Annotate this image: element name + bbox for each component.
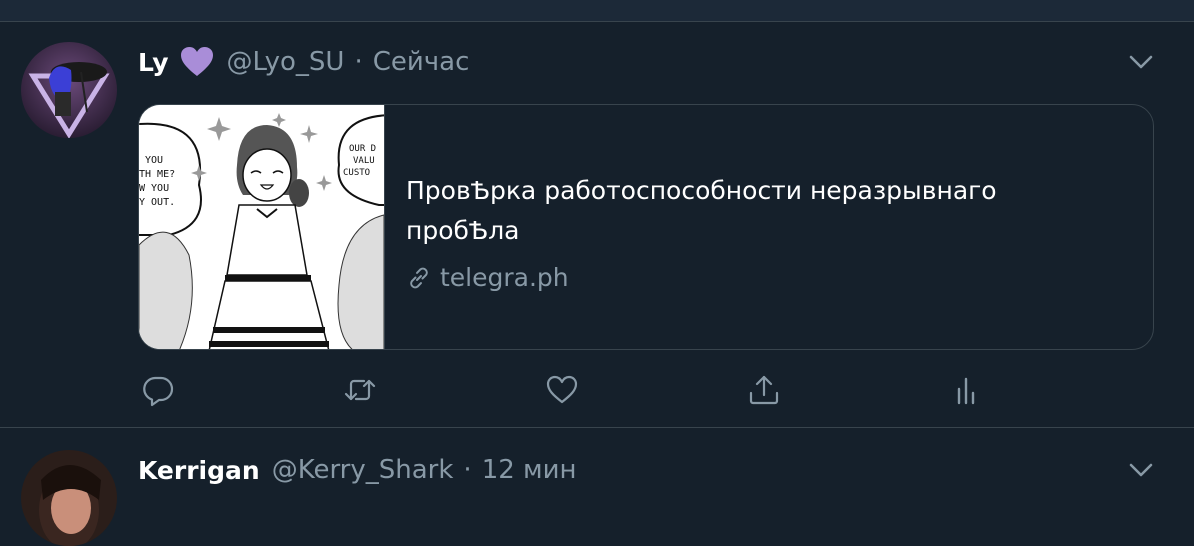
display-name[interactable]: Ly — [138, 48, 169, 77]
separator: · — [354, 47, 363, 77]
purple-heart-icon — [179, 46, 215, 78]
link-icon — [406, 265, 432, 291]
tweet-header: Ly @Lyo_SU · Сейчас — [138, 42, 469, 82]
card-body: ПровѢрка работоспособности неразрывнаго … — [406, 171, 1106, 292]
reply-icon[interactable] — [138, 370, 178, 410]
top-strip — [0, 0, 1194, 22]
retweet-icon[interactable] — [340, 370, 380, 410]
card-thumbnail: YOU TH ME? W YOU Y OUT. OUR D VALU CUSTO — [139, 105, 395, 349]
like-icon[interactable] — [542, 370, 582, 410]
card-domain-text: telegra.ph — [440, 263, 569, 292]
handle[interactable]: @Kerry_Shark — [272, 455, 454, 485]
handle[interactable]: @Lyo_SU — [227, 47, 345, 77]
thumb-text: VALU — [353, 156, 375, 166]
analytics-icon[interactable] — [946, 370, 986, 410]
timestamp[interactable]: Сейчас — [373, 47, 470, 77]
chevron-down-icon[interactable] — [1128, 49, 1154, 75]
card-domain[interactable]: telegra.ph — [406, 263, 1106, 292]
chevron-down-icon[interactable] — [1128, 457, 1154, 483]
thumb-text: W YOU — [139, 183, 169, 194]
tweet-header: Kerrigan @Kerry_Shark · 12 мин — [138, 450, 577, 490]
link-card[interactable]: YOU TH ME? W YOU Y OUT. OUR D VALU CUSTO — [138, 104, 1154, 350]
thumb-text: OUR D — [349, 144, 376, 154]
display-name[interactable]: Kerrigan — [138, 456, 260, 485]
thumb-text: Y OUT. — [139, 197, 175, 208]
separator: · — [463, 455, 472, 485]
avatar[interactable] — [21, 450, 117, 546]
thumb-text: CUSTO — [343, 168, 370, 178]
thumb-text: TH ME? — [139, 169, 175, 180]
timestamp[interactable]: 12 мин — [482, 455, 577, 485]
avatar[interactable] — [21, 42, 117, 138]
tweet[interactable]: Kerrigan @Kerry_Shark · 12 мин — [0, 428, 1194, 546]
thumb-text: YOU — [145, 155, 163, 166]
tweet[interactable]: Ly @Lyo_SU · Сейчас YOU TH ME? W YOU Y O… — [0, 22, 1194, 428]
share-icon[interactable] — [744, 370, 784, 410]
card-title[interactable]: ПровѢрка работоспособности неразрывнаго … — [406, 171, 1106, 251]
tweet-actions — [138, 370, 978, 410]
